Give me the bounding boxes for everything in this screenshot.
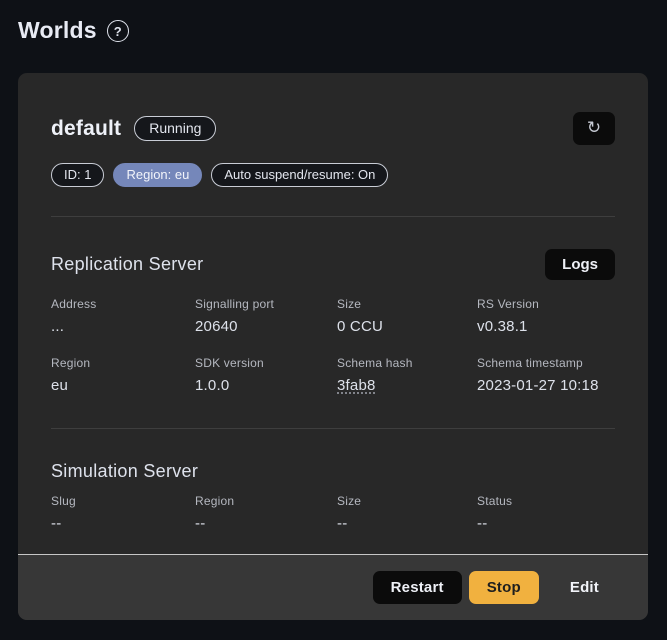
field-sdk-version: SDK version 1.0.0 bbox=[195, 356, 337, 394]
page-header: Worlds ? bbox=[0, 0, 667, 48]
field-region: Region eu bbox=[51, 356, 195, 394]
divider bbox=[51, 428, 615, 429]
replication-section: Replication Server Logs Address ... Sign… bbox=[51, 249, 615, 394]
world-card: default Running ↻ ID: 1 Region: eu Auto … bbox=[18, 73, 648, 620]
edit-button[interactable]: Edit bbox=[554, 571, 615, 604]
simulation-section: Simulation Server Slug -- Region -- Size… bbox=[51, 461, 615, 532]
replication-field-grid: Address ... Signalling port 20640 Size 0… bbox=[51, 297, 615, 394]
field-label: SDK version bbox=[195, 356, 337, 370]
field-slug: Slug -- bbox=[51, 494, 195, 532]
simulation-title: Simulation Server bbox=[51, 461, 198, 482]
field-sim-region: Region -- bbox=[195, 494, 337, 532]
world-badge-row: ID: 1 Region: eu Auto suspend/resume: On bbox=[51, 163, 615, 187]
id-badge: ID: 1 bbox=[51, 163, 104, 187]
divider bbox=[51, 216, 615, 217]
worlds-page: Worlds ? default Running ↻ ID: 1 Region:… bbox=[0, 0, 667, 640]
field-label: Address bbox=[51, 297, 195, 311]
field-value: v0.38.1 bbox=[477, 318, 615, 335]
simulation-section-head: Simulation Server bbox=[51, 461, 615, 482]
field-sim-size: Size -- bbox=[337, 494, 477, 532]
world-card-body: default Running ↻ ID: 1 Region: eu Auto … bbox=[18, 73, 648, 554]
field-label: Region bbox=[195, 494, 337, 508]
replication-title: Replication Server bbox=[51, 254, 203, 275]
field-label: Schema timestamp bbox=[477, 356, 615, 370]
field-value: 0 CCU bbox=[337, 318, 477, 335]
field-sim-status: Status -- bbox=[477, 494, 615, 532]
region-badge: Region: eu bbox=[113, 163, 202, 187]
world-header: default Running ↻ bbox=[51, 112, 615, 145]
simulation-field-grid: Slug -- Region -- Size -- Status -- bbox=[51, 494, 615, 532]
page-title: Worlds bbox=[18, 17, 97, 44]
field-label: Signalling port bbox=[195, 297, 337, 311]
world-name: default bbox=[51, 117, 121, 141]
restart-button[interactable]: Restart bbox=[373, 571, 462, 604]
field-signalling-port: Signalling port 20640 bbox=[195, 297, 337, 335]
stop-button[interactable]: Stop bbox=[469, 571, 539, 604]
card-footer: Restart Stop Edit bbox=[18, 554, 648, 620]
field-size: Size 0 CCU bbox=[337, 297, 477, 335]
field-label: Schema hash bbox=[337, 356, 477, 370]
field-value: -- bbox=[195, 515, 337, 532]
field-value: -- bbox=[477, 515, 615, 532]
field-rs-version: RS Version v0.38.1 bbox=[477, 297, 615, 335]
field-label: Size bbox=[337, 494, 477, 508]
status-badge: Running bbox=[134, 116, 216, 141]
field-label: Size bbox=[337, 297, 477, 311]
field-schema-timestamp: Schema timestamp 2023-01-27 10:18 bbox=[477, 356, 615, 394]
field-schema-hash: Schema hash 3fab8 bbox=[337, 356, 477, 394]
field-label: Status bbox=[477, 494, 615, 508]
field-value: 20640 bbox=[195, 318, 337, 335]
field-value: -- bbox=[337, 515, 477, 532]
help-icon[interactable]: ? bbox=[107, 20, 129, 42]
auto-suspend-badge: Auto suspend/resume: On bbox=[211, 163, 388, 187]
refresh-button[interactable]: ↻ bbox=[573, 112, 615, 145]
field-address: Address ... bbox=[51, 297, 195, 335]
field-label: Region bbox=[51, 356, 195, 370]
field-label: Slug bbox=[51, 494, 195, 508]
field-value: 1.0.0 bbox=[195, 377, 337, 394]
field-value: -- bbox=[51, 515, 195, 532]
field-label: RS Version bbox=[477, 297, 615, 311]
refresh-icon: ↻ bbox=[587, 120, 601, 137]
field-value: eu bbox=[51, 377, 195, 394]
replication-section-head: Replication Server Logs bbox=[51, 249, 615, 280]
logs-button[interactable]: Logs bbox=[545, 249, 615, 280]
field-value: ... bbox=[51, 318, 195, 335]
field-value: 2023-01-27 10:18 bbox=[477, 377, 615, 394]
field-value-schema-hash[interactable]: 3fab8 bbox=[337, 377, 477, 394]
